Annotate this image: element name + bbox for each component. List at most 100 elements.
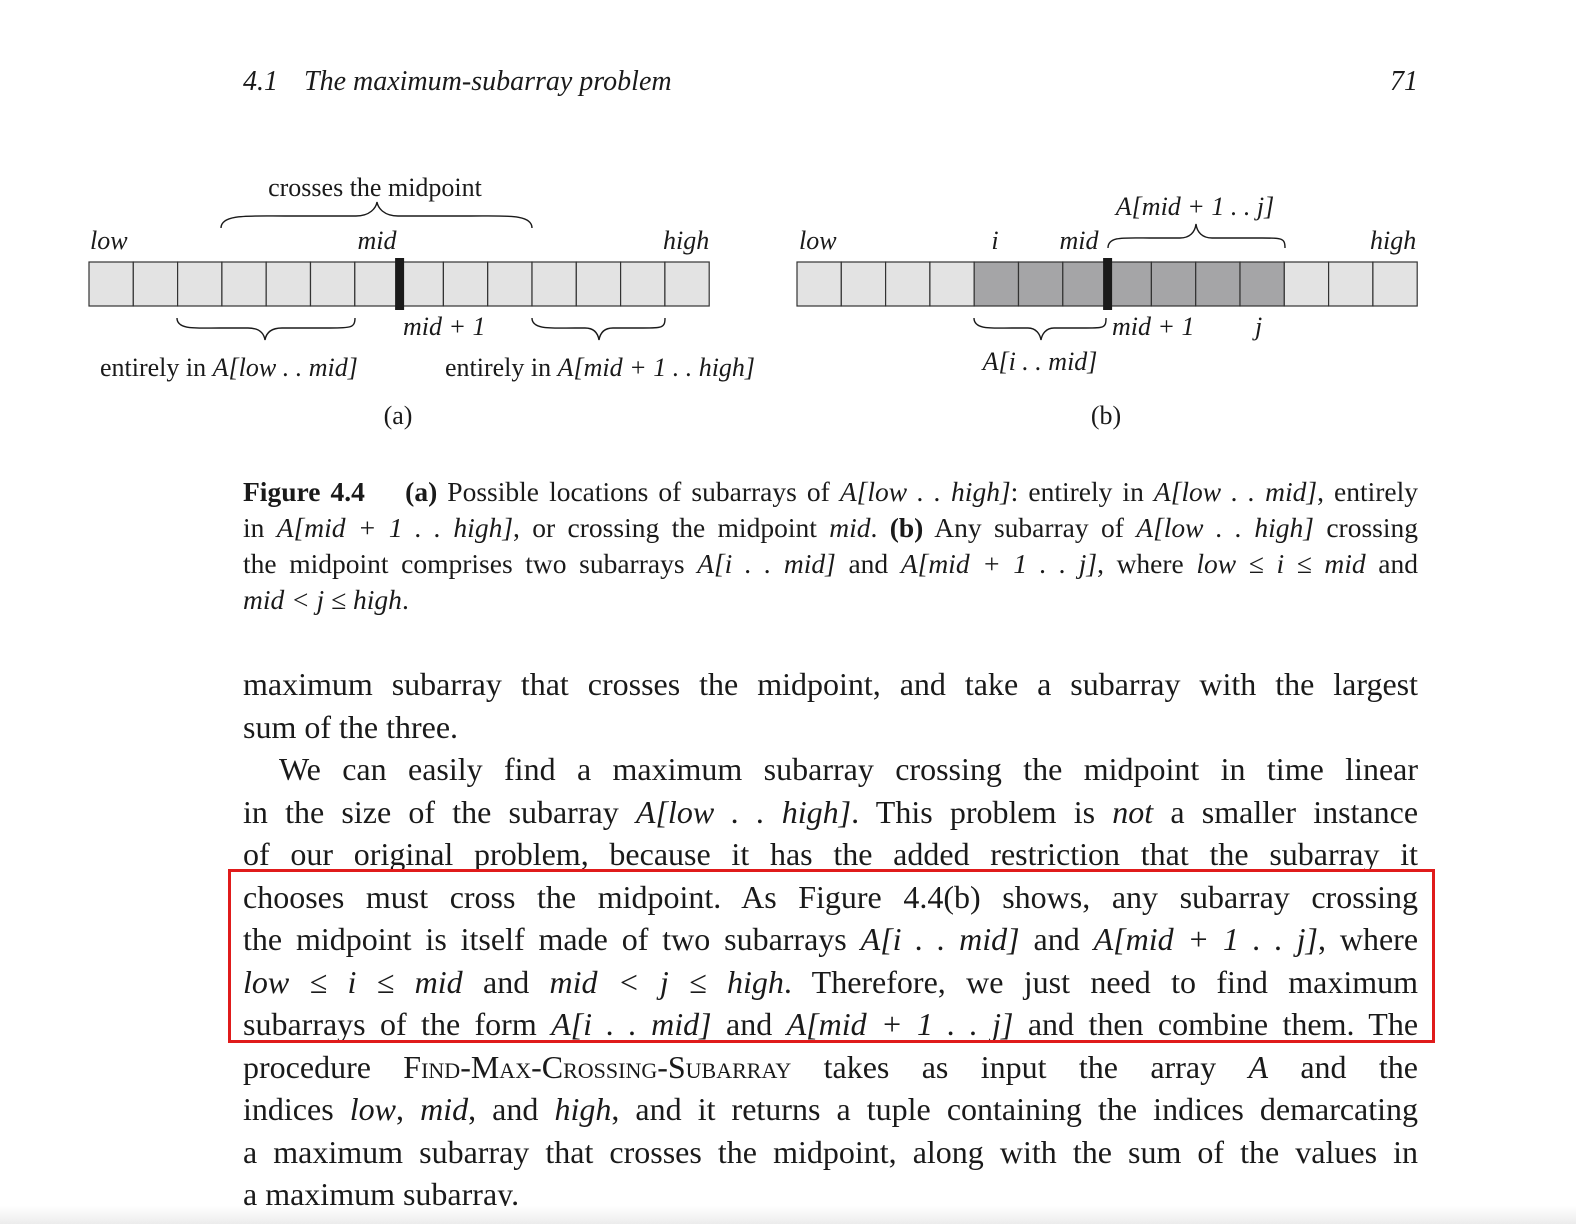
array-a-cell bbox=[132, 261, 179, 307]
fig-a-left-label: entirely in A[low . . mid] bbox=[100, 353, 358, 382]
fig-b-high-label: high bbox=[1370, 226, 1416, 255]
brace-b-left bbox=[973, 317, 1107, 341]
fig-b-mid-plus-1-label: mid + 1 bbox=[1112, 312, 1195, 341]
brace-b-right bbox=[1107, 223, 1286, 249]
array-a-cell bbox=[177, 261, 223, 307]
caption-text: and bbox=[1365, 548, 1418, 579]
body-line-4: in the size of the subarray A[low . . hi… bbox=[243, 793, 1419, 830]
caption-text: . bbox=[870, 512, 890, 543]
fig-b-j-label: j bbox=[1252, 312, 1262, 341]
array-b-cell bbox=[884, 261, 931, 307]
figure-diagram: crosses the midpoint low mid high mid + … bbox=[88, 173, 1418, 430]
fig-b-bottom-label: A[i . . mid] bbox=[981, 347, 1098, 376]
array-b-cell bbox=[840, 261, 887, 307]
caption-line-4: mid < j ≤ high. bbox=[243, 582, 1418, 618]
fig-a-right-A: A bbox=[556, 353, 574, 382]
page-bottom-edge bbox=[0, 1206, 1576, 1224]
brace-a-right bbox=[531, 317, 666, 341]
fig-a-right-label: entirely in A[mid + 1 . . high] bbox=[445, 353, 755, 382]
array-a-cell bbox=[265, 261, 312, 307]
caption-math: A bbox=[697, 548, 714, 579]
caption-text: . bbox=[401, 584, 409, 615]
array-a-cells bbox=[88, 258, 710, 310]
array-a-cell bbox=[221, 261, 267, 307]
fig-b-low-label: low bbox=[799, 226, 837, 255]
figure-4-4: crosses the midpoint low mid high mid + … bbox=[0, 160, 1576, 460]
body-line-1: maximum subarray that crosses the midpoi… bbox=[243, 666, 1418, 702]
array-a-cell bbox=[398, 261, 445, 307]
array-b-cells bbox=[796, 258, 1418, 310]
body-line-11: indices low, mid, and high, and it retur… bbox=[243, 1091, 1419, 1127]
caption-math: [mid + 1 . . high] bbox=[293, 512, 514, 543]
fig-b-mid-label: mid bbox=[1060, 226, 1100, 255]
brace-a-crosses bbox=[220, 201, 533, 229]
caption-text: : entirely in bbox=[1010, 476, 1154, 507]
caption-part-b: (b) bbox=[889, 512, 924, 543]
fig-a-low-label: low bbox=[90, 226, 128, 255]
caption-text: , where bbox=[1097, 548, 1197, 579]
array-a-cell bbox=[619, 261, 666, 307]
caption-math: A bbox=[276, 512, 294, 543]
caption-line-3: the midpoint comprises two subarrays A[i… bbox=[243, 546, 1418, 582]
array-a-cell bbox=[664, 261, 710, 307]
array-b-cell bbox=[1239, 261, 1285, 307]
array-b-cell bbox=[1017, 261, 1064, 307]
caption-math: A bbox=[900, 548, 918, 579]
brace-a-left bbox=[176, 317, 356, 341]
fig-a-left-prefix: entirely in bbox=[100, 353, 213, 382]
fig-b-top-label: A[mid + 1 . . j] bbox=[1114, 192, 1274, 221]
caption-text: , entirely bbox=[1317, 476, 1419, 507]
figure-caption: Figure 4.4 (a) Possible locations of sub… bbox=[243, 474, 1418, 618]
array-a-cell bbox=[354, 261, 400, 307]
array-b-cell bbox=[796, 261, 842, 307]
caption-math: [mid + 1 . . j] bbox=[917, 548, 1098, 579]
array-b-cell bbox=[973, 261, 1020, 307]
fig-a-left-range: [low . . mid] bbox=[229, 353, 358, 382]
caption-math: [i . . mid] bbox=[713, 548, 836, 579]
highlight-box bbox=[228, 869, 1435, 1043]
caption-text: Any subarray of bbox=[923, 512, 1137, 543]
array-b-cell bbox=[1372, 261, 1418, 307]
fig-a-mid-plus-1: mid + 1 bbox=[403, 312, 486, 341]
array-a-cell bbox=[309, 261, 356, 307]
section-title: The maximum-subarray problem bbox=[304, 66, 672, 97]
fig-a-mid-plus-1-label: mid + 1 bbox=[403, 312, 486, 341]
array-a-cell bbox=[88, 261, 134, 307]
fig-b-tag: (b) bbox=[1091, 401, 1121, 430]
caption-text: and bbox=[835, 548, 901, 579]
fig-a-right-prefix: entirely in bbox=[445, 353, 558, 382]
caption-line-2: in A[mid + 1 . . high], or crossing the … bbox=[243, 510, 1418, 546]
caption-math: mid bbox=[829, 512, 871, 543]
section-number: 4.1 bbox=[243, 66, 278, 97]
body-line-10: procedure Find-Max-Crossing-Subarray tak… bbox=[243, 1048, 1419, 1085]
fig-a-tag: (a) bbox=[384, 401, 413, 430]
running-head: 4.1 The maximum-subarray problem 71 bbox=[243, 66, 1418, 106]
array-b-cell bbox=[929, 261, 975, 307]
fig-a-top-label: crosses the midpoint bbox=[268, 173, 483, 202]
body-line-2: sum of the three. bbox=[243, 708, 459, 745]
page-number: 71 bbox=[1390, 66, 1418, 97]
array-a-cell bbox=[531, 261, 577, 307]
fig-a-mid-label: mid bbox=[358, 226, 398, 255]
caption-math: A bbox=[1153, 476, 1171, 507]
caption-math: [low . . high] bbox=[856, 476, 1011, 507]
body-line-3: We can easily find a maximum subarray cr… bbox=[279, 751, 1418, 787]
array-a-cell bbox=[575, 261, 622, 307]
array-a-midpoint-divider bbox=[395, 258, 405, 310]
array-b-cell bbox=[1327, 261, 1374, 307]
caption-math: A bbox=[839, 476, 857, 507]
caption-text: Possible locations of subarrays of bbox=[437, 476, 840, 507]
array-b-midpoint-divider bbox=[1103, 258, 1113, 310]
array-b-cell bbox=[1195, 261, 1241, 307]
caption-line-1: Figure 4.4 (a) Possible locations of sub… bbox=[243, 474, 1418, 510]
caption-text: the midpoint comprises two subarrays bbox=[243, 548, 698, 579]
fig-b-i-label: i bbox=[991, 226, 998, 255]
caption-text: , or crossing the midpoint bbox=[513, 512, 830, 543]
array-a-cell bbox=[487, 261, 533, 307]
body-line-12: a maximum subarray that crosses the midp… bbox=[243, 1133, 1418, 1170]
array-a-cell bbox=[442, 261, 489, 307]
caption-label: Figure 4.4 bbox=[243, 476, 365, 507]
caption-math: [low . . mid] bbox=[1170, 476, 1318, 507]
caption-math: A bbox=[1136, 512, 1154, 543]
fig-a-left-A: A bbox=[211, 353, 229, 382]
